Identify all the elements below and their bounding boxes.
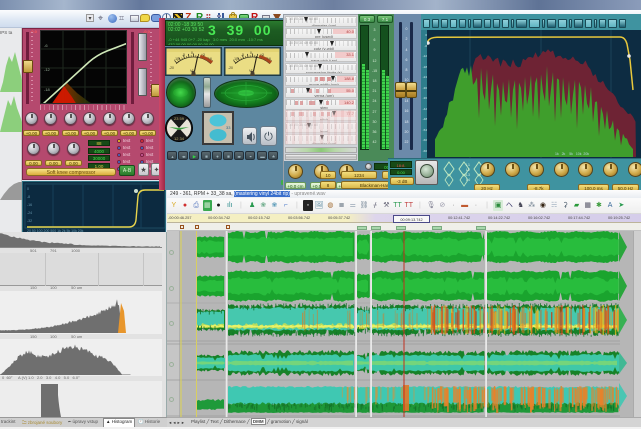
svg-text:33: 33 [226, 125, 231, 130]
svg-text:23 59: 23 59 [174, 116, 185, 121]
svg-text:+6: +6 [267, 57, 271, 61]
svg-text:-16: -16 [27, 203, 32, 207]
svg-text:-32: -32 [27, 219, 32, 223]
svg-text:12 34: 12 34 [174, 136, 185, 141]
svg-text:+3: +3 [201, 53, 205, 57]
svg-text:-10: -10 [174, 57, 179, 61]
svg-text:0: 0 [250, 51, 252, 55]
svg-text:-18: -18 [44, 87, 51, 92]
svg-text:-5: -5 [182, 53, 185, 57]
svg-text:-8: -8 [27, 195, 30, 199]
svg-text:-24: -24 [27, 211, 32, 215]
svg-text:-6: -6 [44, 43, 48, 48]
svg-text:+6: +6 [208, 57, 212, 61]
svg-text:-20: -20 [169, 66, 174, 70]
svg-text:-5: -5 [241, 53, 244, 57]
svg-text:+3: +3 [260, 53, 264, 57]
svg-text:-10: -10 [233, 57, 238, 61]
svg-text:-12: -12 [44, 67, 51, 72]
svg-text:-20: -20 [228, 66, 233, 70]
svg-text:0: 0 [191, 51, 193, 55]
svg-text:0: 0 [27, 187, 29, 191]
